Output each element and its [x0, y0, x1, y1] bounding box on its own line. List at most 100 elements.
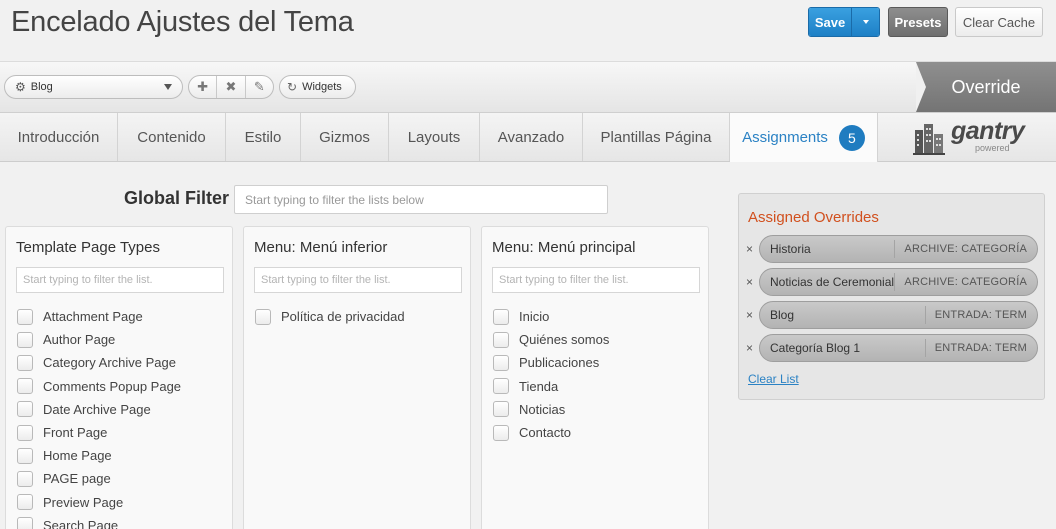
gantry-logo: gantry powered	[913, 117, 1033, 157]
checkbox[interactable]	[17, 354, 33, 371]
list-item[interactable]: Quiénes somos	[493, 328, 609, 351]
save-button-group: Save	[808, 7, 880, 37]
override-name: Categoría Blog 1	[770, 341, 861, 355]
gantry-wordmark: gantry	[951, 117, 1025, 145]
override-type: ARCHIVE: CATEGORÍA	[894, 240, 1037, 258]
global-filter-label: Global Filter	[124, 188, 230, 208]
override-type: ENTRADA: TERM	[924, 339, 1037, 357]
presets-button[interactable]: Presets	[888, 7, 948, 37]
list-item[interactable]: PAGE page	[17, 467, 181, 490]
checkbox[interactable]	[17, 517, 33, 529]
menu-inferior-filter[interactable]	[254, 267, 462, 293]
edit-override-icon[interactable]: ✎	[246, 76, 273, 98]
override-actions: ✚ ✖ ✎	[188, 75, 274, 99]
menu-inferior-list: Política de privacidad	[255, 305, 405, 328]
header: Encelado Ajustes del Tema Save Presets C…	[0, 0, 1056, 62]
assigned-override-item: × Categoría Blog 1 ENTRADA: TERM	[746, 334, 1038, 362]
tab-contenido[interactable]: Contenido	[118, 113, 226, 161]
assigned-override-item: × Noticias de Ceremonial ARCHIVE: CATEGO…	[746, 268, 1038, 296]
checkbox[interactable]	[17, 378, 33, 395]
assigned-override-item: × Historia ARCHIVE: CATEGORÍA	[746, 235, 1038, 263]
assigned-override-chip: Categoría Blog 1 ENTRADA: TERM	[759, 334, 1038, 362]
menu-inferior-panel: Menu: Menú inferior Política de privacid…	[243, 226, 471, 529]
checkbox[interactable]	[17, 331, 33, 348]
remove-icon[interactable]: ×	[746, 341, 753, 355]
template-page-types-list: Attachment Page Author Page Category Arc…	[17, 305, 181, 529]
tab-gizmos[interactable]: Gizmos	[301, 113, 389, 161]
tab-plantillas-pagina[interactable]: Plantillas Página	[583, 113, 730, 161]
checkbox[interactable]	[493, 378, 509, 395]
chevron-down-icon	[164, 84, 172, 90]
add-override-icon[interactable]: ✚	[189, 76, 218, 98]
page-title: Encelado Ajustes del Tema	[11, 6, 354, 38]
gear-icon: ⚙	[15, 80, 26, 94]
list-item[interactable]: Preview Page	[17, 491, 181, 514]
panel-title: Menu: Menú inferior	[254, 239, 388, 256]
assigned-overrides-title: Assigned Overrides	[748, 209, 879, 226]
checkbox[interactable]	[493, 354, 509, 371]
list-item[interactable]: Home Page	[17, 444, 181, 467]
checkbox[interactable]	[493, 401, 509, 418]
override-name: Blog	[770, 308, 795, 322]
tab-introduccion[interactable]: Introducción	[0, 113, 118, 161]
menu-principal-filter[interactable]	[492, 267, 700, 293]
checkbox[interactable]	[17, 470, 33, 487]
checkbox[interactable]	[493, 331, 509, 348]
list-item[interactable]: Comments Popup Page	[17, 375, 181, 398]
override-select[interactable]: ⚙ Blog	[4, 75, 183, 99]
checkbox[interactable]	[255, 308, 271, 325]
assigned-override-chip: Noticias de Ceremonial ARCHIVE: CATEGORÍ…	[759, 268, 1038, 296]
list-item[interactable]: Category Archive Page	[17, 351, 181, 374]
remove-icon[interactable]: ×	[746, 275, 753, 289]
save-button[interactable]: Save	[809, 8, 851, 36]
remove-icon[interactable]: ×	[746, 308, 753, 322]
remove-icon[interactable]: ×	[746, 242, 753, 256]
widgets-label: Widgets	[302, 81, 342, 93]
panel-title: Menu: Menú principal	[492, 239, 636, 256]
clear-list-link[interactable]: Clear List	[748, 372, 799, 386]
override-indicator: Override	[916, 62, 1056, 112]
tab-avanzado[interactable]: Avanzado	[480, 113, 583, 161]
list-item[interactable]: Attachment Page	[17, 305, 181, 328]
list-item[interactable]: Publicaciones	[493, 351, 609, 374]
override-type: ARCHIVE: CATEGORÍA	[894, 273, 1037, 291]
checkbox[interactable]	[17, 401, 33, 418]
assigned-overrides-panel: Assigned Overrides × Historia ARCHIVE: C…	[738, 193, 1045, 400]
gantry-powered-label: powered	[975, 143, 1010, 153]
tab-estilo[interactable]: Estilo	[226, 113, 301, 161]
override-name: Historia	[770, 242, 811, 256]
list-item[interactable]: Front Page	[17, 421, 181, 444]
override-select-value: Blog	[30, 81, 53, 93]
tab-assignments[interactable]: Assignments 5	[730, 113, 878, 162]
tab-layouts[interactable]: Layouts	[389, 113, 480, 161]
list-item[interactable]: Tienda	[493, 375, 609, 398]
override-name: Noticias de Ceremonial	[770, 275, 895, 289]
widgets-button[interactable]: ↻ Widgets	[279, 75, 356, 99]
assigned-override-item: × Blog ENTRADA: TERM	[746, 301, 1038, 329]
template-page-types-filter[interactable]	[16, 267, 224, 293]
checkbox[interactable]	[493, 308, 509, 325]
template-page-types-panel: Template Page Types Attachment Page Auth…	[5, 226, 233, 529]
global-filter-input[interactable]	[234, 185, 608, 214]
settings-tabs: Introducción Contenido Estilo Gizmos Lay…	[0, 113, 1056, 162]
checkbox[interactable]	[17, 494, 33, 511]
assignments-count-badge: 5	[838, 124, 865, 151]
list-item[interactable]: Search Page	[17, 514, 181, 529]
checkbox[interactable]	[17, 424, 33, 441]
assigned-override-chip: Blog ENTRADA: TERM	[759, 301, 1038, 329]
checkbox[interactable]	[17, 308, 33, 325]
list-item[interactable]: Política de privacidad	[255, 305, 405, 328]
checkbox[interactable]	[493, 424, 509, 441]
list-item[interactable]: Noticias	[493, 398, 609, 421]
list-item[interactable]: Date Archive Page	[17, 398, 181, 421]
assigned-override-chip: Historia ARCHIVE: CATEGORÍA	[759, 235, 1038, 263]
clear-cache-button[interactable]: Clear Cache	[955, 7, 1043, 37]
refresh-icon: ↻	[287, 80, 298, 94]
delete-override-icon[interactable]: ✖	[217, 76, 246, 98]
list-item[interactable]: Contacto	[493, 421, 609, 444]
list-item[interactable]: Inicio	[493, 305, 609, 328]
save-options-button[interactable]	[851, 8, 879, 36]
list-item[interactable]: Author Page	[17, 328, 181, 351]
checkbox[interactable]	[17, 447, 33, 464]
override-toolbar: ⚙ Blog ✚ ✖ ✎ ↻ Widgets	[0, 62, 1056, 113]
